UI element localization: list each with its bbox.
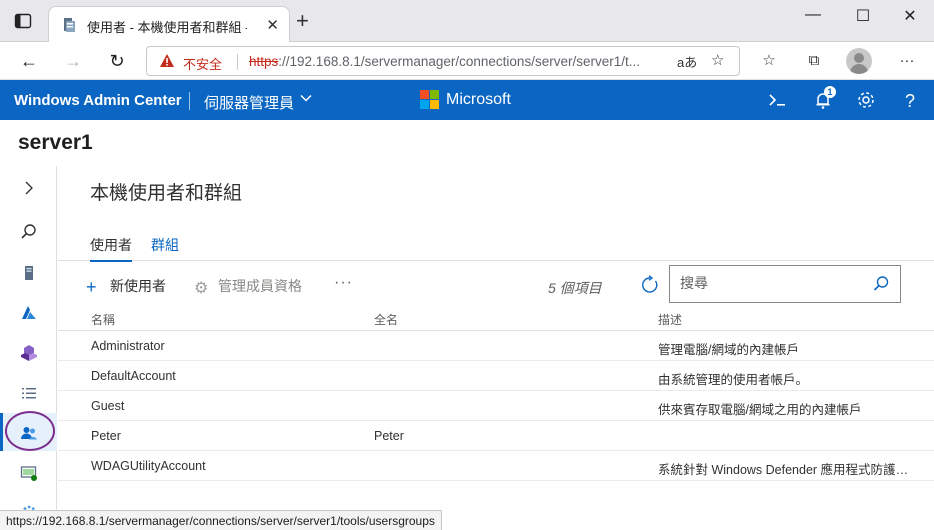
url-rest: ://192.168.8.1/servermanager/connections…	[278, 54, 640, 69]
server-title: server1	[18, 131, 93, 154]
link-status-bar: https://192.168.8.1/servermanager/connec…	[0, 510, 442, 530]
search-icon	[20, 223, 38, 241]
microsoft-logo-icon	[420, 90, 440, 110]
close-tab-icon[interactable]: ✕	[266, 16, 279, 34]
browser-tab[interactable]: 使用者 - 本機使用者和群組 - 伺服 ✕	[48, 6, 290, 42]
server-manager-favicon-icon	[61, 17, 77, 33]
tool-title: 本機使用者和群組	[90, 183, 243, 204]
column-header-full-name[interactable]: 全名	[374, 311, 644, 328]
rail-overview-button[interactable]	[0, 253, 57, 291]
item-count: 5 個項目	[548, 280, 602, 296]
chevron-down-icon[interactable]	[300, 92, 312, 107]
read-aloud-icon[interactable]: aあ	[677, 52, 697, 71]
minimize-icon[interactable]: —	[798, 6, 828, 24]
more-menu-icon[interactable]: ···	[896, 51, 918, 73]
maximize-icon[interactable]: ☐	[848, 6, 878, 26]
users-table: 名稱 全名 描述 Administrator 管理電腦/網域的內建帳戶 Defa…	[58, 307, 934, 481]
context-switcher[interactable]: 伺服器管理員	[204, 92, 294, 113]
search-box	[669, 265, 901, 303]
column-header-name[interactable]: 名稱	[91, 311, 361, 328]
refresh-icon[interactable]	[640, 275, 660, 295]
address-bar[interactable]: 不安全 https://192.168.8.1/servermanager/co…	[146, 46, 740, 76]
table-row[interactable]: Administrator 管理電腦/網域的內建帳戶	[58, 331, 934, 361]
new-user-label: 新使用者	[110, 278, 166, 294]
search-icon[interactable]	[872, 275, 890, 293]
microsoft-wordmark: Microsoft	[446, 91, 511, 108]
chevron-right-icon	[20, 179, 38, 197]
powershell-icon[interactable]	[766, 90, 788, 112]
address-separator	[237, 54, 238, 70]
sidebar-toggle-icon[interactable]	[14, 12, 32, 30]
table-row[interactable]: Guest 供來賓存取電腦/網域之用的內建帳戶	[58, 391, 934, 421]
more-commands-button[interactable]: ···	[334, 274, 353, 292]
add-favorite-icon[interactable]: ☆	[711, 51, 724, 69]
forward-icon[interactable]: →	[62, 50, 84, 72]
tool-rail	[0, 166, 57, 521]
search-input[interactable]	[680, 275, 860, 291]
cell-name: Peter	[91, 429, 121, 443]
collections-icon[interactable]: ⧉	[803, 51, 825, 73]
warning-icon[interactable]	[159, 53, 175, 69]
cell-name: Guest	[91, 399, 125, 413]
tool-tabs: 使用者 群組	[58, 230, 934, 262]
cell-description: 系統針對 Windows Defender 應用程式防護案...	[658, 463, 914, 477]
new-tab-icon[interactable]: +	[296, 10, 309, 32]
expand-rail-button[interactable]	[0, 168, 57, 206]
cell-description: 供來賓存取電腦/網域之用的內建帳戶	[658, 403, 862, 417]
back-icon[interactable]: ←	[18, 50, 40, 72]
settings-gear-icon[interactable]	[855, 90, 877, 112]
selection-highlight-ring	[5, 411, 55, 451]
cell-full-name: Peter	[374, 429, 404, 443]
url-protocol: https	[249, 54, 279, 69]
manage-membership-button[interactable]: ⚙ 管理成員資格	[194, 276, 302, 298]
app-brand[interactable]: Windows Admin Center	[14, 92, 182, 109]
url-text[interactable]: https://192.168.8.1/servermanager/connec…	[249, 54, 669, 69]
new-user-button[interactable]: + 新使用者	[86, 276, 166, 298]
firewall-icon	[20, 464, 38, 482]
cell-name: DefaultAccount	[91, 369, 176, 383]
table-row[interactable]: DefaultAccount 由系統管理的使用者帳戶。	[58, 361, 934, 391]
header-divider	[189, 92, 190, 110]
cell-description: 管理電腦/網域的內建帳戶	[658, 343, 799, 357]
rail-events-button[interactable]	[0, 373, 57, 411]
manage-membership-label: 管理成員資格	[218, 278, 302, 294]
tool-content: 本機使用者和群組 使用者 群組 + 新使用者 ⚙ 管理成員資格 ··· 5 個項目 …	[58, 166, 934, 510]
close-window-icon[interactable]: ✕	[895, 6, 925, 26]
tab-groups[interactable]: 群組	[151, 235, 179, 255]
plus-icon: +	[86, 277, 97, 297]
rail-firewall-button[interactable]	[0, 453, 57, 491]
table-header: 名稱 全名 描述	[58, 307, 934, 331]
favorites-icon[interactable]: ☆	[758, 51, 780, 73]
wac-header: Windows Admin Center 伺服器管理員 Microsoft ?	[0, 80, 934, 120]
not-secure-label[interactable]: 不安全	[183, 54, 222, 73]
cell-name: WDAGUtilityAccount	[91, 459, 206, 473]
reload-icon[interactable]: ↻	[106, 50, 128, 72]
tab-title: 使用者 - 本機使用者和群組 - 伺服	[87, 20, 247, 35]
column-header-description[interactable]: 描述	[658, 311, 914, 328]
rail-azure-hybrid-button[interactable]	[0, 333, 57, 371]
notification-badge: 1	[824, 86, 836, 98]
address-row: ← → ↻ 不安全 https://192.168.8.1/servermana…	[0, 42, 934, 80]
rail-azure-button[interactable]	[0, 293, 57, 331]
help-icon[interactable]: ?	[899, 90, 921, 112]
table-row[interactable]: WDAGUtilityAccount 系統針對 Windows Defender…	[58, 451, 934, 481]
list-icon	[20, 384, 38, 402]
cell-description: 由系統管理的使用者帳戶。	[658, 373, 809, 387]
cell-name: Administrator	[91, 339, 165, 353]
azure-icon	[20, 304, 38, 322]
server-overview-icon	[20, 264, 38, 282]
profile-avatar-icon[interactable]	[846, 48, 872, 74]
azure-hybrid-icon	[20, 344, 38, 362]
table-row[interactable]: Peter Peter	[58, 421, 934, 451]
rail-search-button[interactable]	[0, 212, 57, 250]
gear-icon: ⚙	[194, 280, 209, 297]
tab-users[interactable]: 使用者	[90, 235, 132, 262]
browser-tab-strip: 使用者 - 本機使用者和群組 - 伺服 ✕ + — ☐ ✕	[0, 0, 934, 42]
